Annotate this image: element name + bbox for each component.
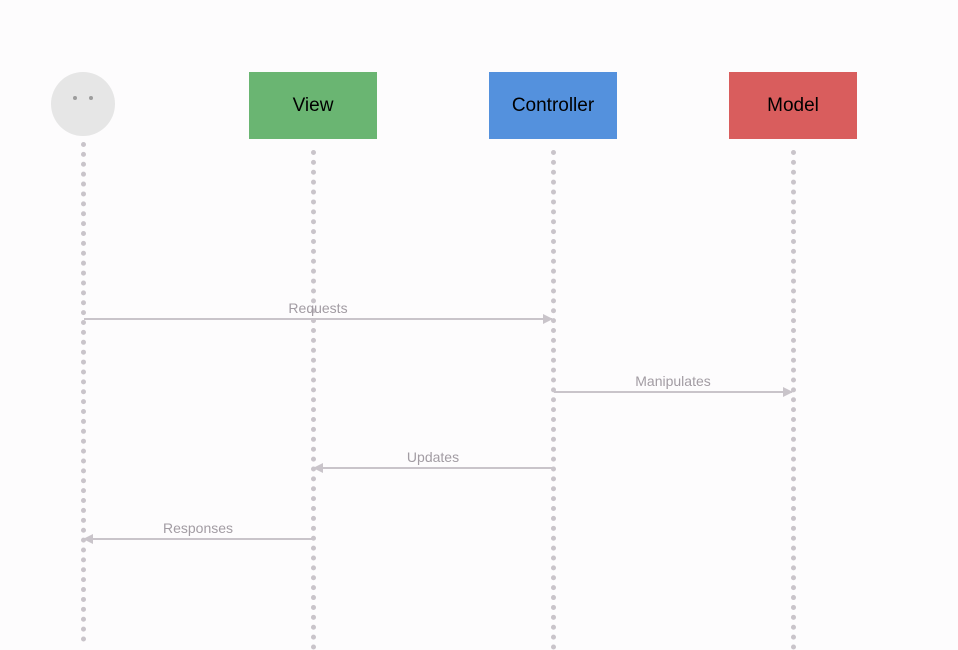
lifeline-user	[81, 142, 86, 642]
participant-view-label: View	[293, 95, 334, 117]
message-responses-label: Responses	[84, 520, 312, 536]
participant-controller-label: Controller	[512, 95, 594, 117]
message-requests-label: Requests	[84, 300, 552, 316]
user-eye-icon	[89, 96, 93, 100]
message-updates-label: Updates	[314, 449, 552, 465]
message-manipulates: Manipulates	[554, 391, 792, 393]
message-updates: Updates	[314, 467, 552, 469]
user-actor	[51, 72, 115, 136]
mvc-sequence-diagram: { "participants": { "user": { "label": "…	[0, 0, 958, 637]
lifeline-model	[791, 150, 796, 650]
message-requests: Requests	[84, 318, 552, 320]
participant-model-label: Model	[767, 95, 819, 117]
lifeline-view	[311, 150, 316, 650]
participant-view: View	[249, 72, 377, 139]
lifeline-controller	[551, 150, 556, 650]
user-eye-icon	[73, 96, 77, 100]
message-responses: Responses	[84, 538, 312, 540]
message-manipulates-label: Manipulates	[554, 373, 792, 389]
participant-controller: Controller	[489, 72, 617, 139]
participant-model: Model	[729, 72, 857, 139]
